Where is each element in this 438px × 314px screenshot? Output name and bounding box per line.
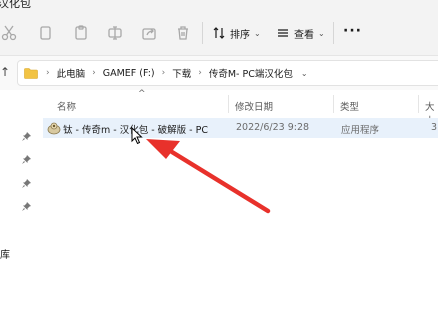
chevron-right-icon: › (161, 68, 166, 78)
column-type[interactable]: 类型 (340, 99, 359, 113)
view-lines-icon (276, 26, 290, 40)
chevron-down-icon: ⌄ (318, 28, 325, 38)
mouse-pointer-icon (131, 127, 143, 145)
breadcrumb-this-pc[interactable]: 此电脑 (57, 66, 86, 80)
sort-button[interactable]: 排序 ⌄ (212, 22, 261, 44)
table-row[interactable]: 钛 - 传奇m - 汉化包 - 破解版 - PC 2022/6/23 9:28 … (43, 118, 438, 138)
breadcrumb-downloads[interactable]: 下载 (172, 66, 191, 80)
file-explorer-window: 汉化包 排序 ⌄ 查看 ⌄ ··· ↑ › 此电脑 › GAMEF (F:) ›… (0, 0, 438, 314)
chevron-right-icon: › (46, 68, 50, 78)
toolbar-separator (333, 22, 334, 44)
trash-icon[interactable] (174, 24, 192, 42)
scissors-icon[interactable] (0, 24, 18, 42)
breadcrumb-drive[interactable]: GAMEF (F:) (103, 68, 155, 79)
pin-icon[interactable] (22, 202, 31, 211)
title-bar: 汉化包 (0, 0, 438, 10)
address-row: ↑ › 此电脑 › GAMEF (F:) › 下载 › 传奇M- PC端汉化包 … (0, 56, 438, 90)
folder-icon (24, 67, 38, 79)
window-title: 汉化包 (0, 0, 31, 10)
view-label: 查看 (294, 29, 314, 41)
nav-item-library[interactable]: 库 (0, 246, 10, 261)
column-divider[interactable] (228, 95, 229, 113)
file-modified: 2022/6/23 9:28 (236, 122, 310, 133)
command-bar: 排序 ⌄ 查看 ⌄ ··· (0, 10, 438, 56)
pin-icon[interactable] (22, 132, 31, 141)
rename-icon[interactable] (106, 24, 124, 42)
column-header-row: ^ 名称 修改日期 类型 大小 (38, 89, 438, 127)
view-button[interactable]: 查看 ⌄ (276, 22, 325, 44)
column-name[interactable]: 名称 (57, 99, 76, 113)
pin-icon[interactable] (22, 155, 31, 164)
copy-icon[interactable] (36, 24, 54, 42)
up-arrow-icon[interactable]: ↑ (0, 65, 10, 79)
chevron-right-icon: › (92, 68, 96, 78)
sort-arrows-icon (212, 26, 226, 40)
app-icon (47, 121, 61, 135)
column-divider[interactable] (333, 95, 334, 113)
file-size: 3 (431, 122, 438, 133)
more-options-button[interactable]: ··· (343, 23, 362, 39)
clipboard-icon[interactable] (72, 24, 90, 42)
address-bar[interactable]: › 此电脑 › GAMEF (F:) › 下载 › 传奇M- PC端汉化包 ⌄ (17, 60, 438, 86)
breadcrumb-current-folder[interactable]: 传奇M- PC端汉化包 (209, 66, 293, 80)
pin-icon[interactable] (22, 179, 31, 188)
chevron-down-icon: ⌄ (254, 28, 261, 38)
chevron-down-icon[interactable]: ⌄ (301, 69, 308, 78)
file-type: 应用程序 (341, 125, 380, 136)
toolbar-separator (202, 22, 203, 44)
chevron-right-icon: › (198, 68, 202, 78)
sort-label: 排序 (230, 29, 250, 41)
sort-caret-icon: ^ (138, 89, 146, 99)
navigation-pane (0, 90, 38, 314)
share-icon[interactable] (140, 24, 158, 42)
column-modified[interactable]: 修改日期 (235, 99, 273, 113)
column-divider[interactable] (418, 95, 419, 113)
